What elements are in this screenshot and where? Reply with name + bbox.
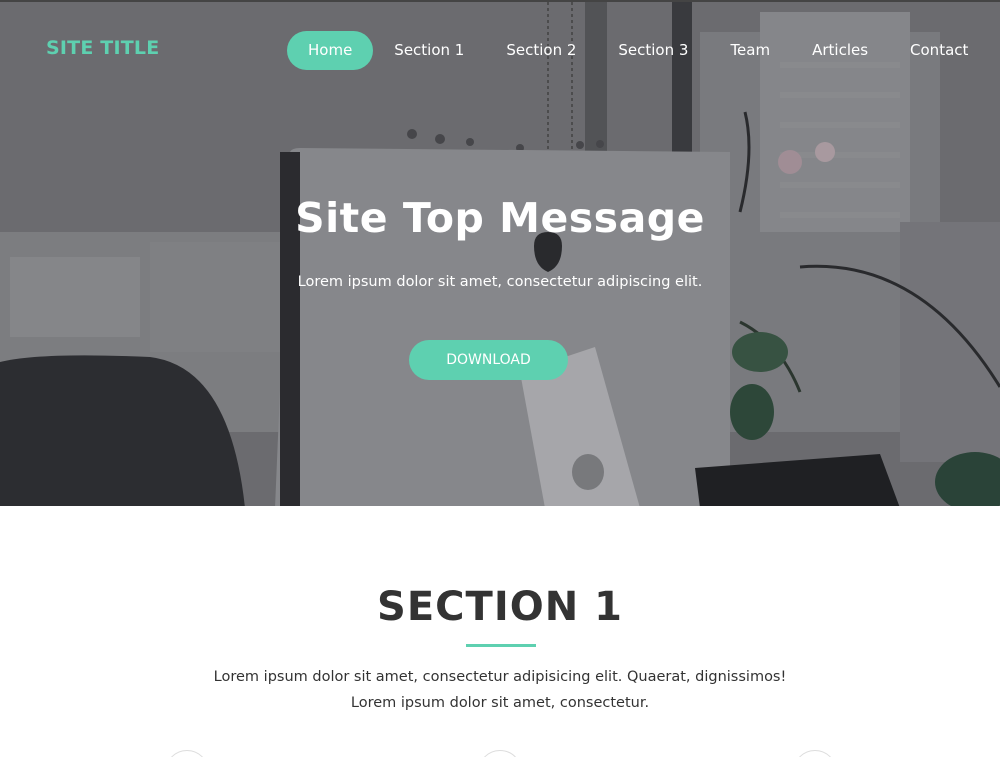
feature-icon-circle: [478, 750, 522, 757]
section-1-text-line-1: Lorem ipsum dolor sit amet, consectetur …: [213, 669, 787, 685]
section-1-text-line-2: Lorem ipsum dolor sit amet, consectetur.: [350, 695, 650, 711]
nav-item-home[interactable]: Home: [287, 31, 374, 70]
nav-item-section-2[interactable]: Section 2: [485, 31, 597, 70]
hero-section: SITE TITLE Home Section 1 Section 2 Sect…: [0, 0, 1000, 506]
section-title-underline: [466, 644, 536, 647]
feature-icon-circle: [165, 750, 209, 757]
hero-title: Site Top Message: [295, 194, 705, 242]
feature-icon-circle: [793, 750, 837, 757]
navbar: SITE TITLE Home Section 1 Section 2 Sect…: [0, 2, 1000, 98]
section-1-text: Lorem ipsum dolor sit amet, consectetur …: [0, 664, 1000, 716]
section-1-title: SECTION 1: [377, 584, 623, 630]
section-1: SECTION 1 Lorem ipsum dolor sit amet, co…: [0, 506, 1000, 757]
nav-item-section-3[interactable]: Section 3: [597, 31, 709, 70]
main-nav: Home Section 1 Section 2 Section 3 Team …: [287, 31, 989, 70]
nav-item-contact[interactable]: Contact: [889, 31, 989, 70]
hero-subtitle: Lorem ipsum dolor sit amet, consectetur …: [297, 274, 703, 290]
download-button[interactable]: DOWNLOAD: [409, 340, 568, 380]
nav-item-section-1[interactable]: Section 1: [373, 31, 485, 70]
site-title[interactable]: SITE TITLE: [46, 37, 159, 59]
nav-item-team[interactable]: Team: [709, 31, 791, 70]
nav-item-articles[interactable]: Articles: [791, 31, 889, 70]
